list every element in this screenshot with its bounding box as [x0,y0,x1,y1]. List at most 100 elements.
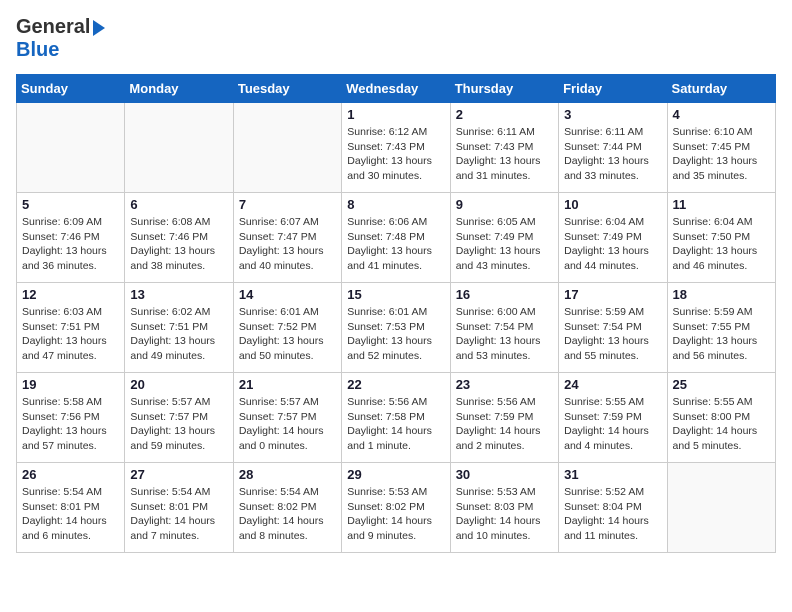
day-number: 14 [239,287,336,302]
calendar-cell: 24 Sunrise: 5:55 AM Sunset: 7:59 PM Dayli… [559,373,667,463]
calendar-cell [667,463,775,553]
logo-general-text: General [16,16,90,39]
day-number: 13 [130,287,227,302]
calendar-cell: 12 Sunrise: 6:03 AM Sunset: 7:51 PM Dayli… [17,283,125,373]
calendar-cell: 19Sunrise: 5:58 AM Sunset: 7:56 PM Dayli… [17,373,125,463]
cell-text: Sunrise: 6:09 AM Sunset: 7:46 PM Dayligh… [22,215,119,274]
cell-text: Sunrise: 6:01 AM Sunset: 7:52 PM Dayligh… [239,305,336,364]
calendar-cell: 31Sunrise: 5:52 AM Sunset: 8:04 PM Dayli… [559,463,667,553]
cell-text: Sunrise: 5:56 AM Sunset: 7:59 PM Dayligh… [456,395,553,454]
calendar: SundayMondayTuesdayWednesdayThursdayFrid… [16,74,776,553]
day-number: 18 [673,287,770,302]
cell-text: Sunrise: 6:05 AM Sunset: 7:49 PM Dayligh… [456,215,553,274]
logo: General Blue [16,16,105,62]
calendar-cell: 4Sunrise: 6:10 AM Sunset: 7:45 PM Daylig… [667,103,775,193]
logo-chevron-icon [93,20,105,36]
day-number: 19 [22,377,119,392]
day-number: 11 [673,197,770,212]
day-number: 21 [239,377,336,392]
cell-text: Sunrise: 6:00 AM Sunset: 7:54 PM Dayligh… [456,305,553,364]
day-number: 7 [239,197,336,212]
cell-text: Sunrise: 6:02 AM Sunset: 7:51 PM Dayligh… [130,305,227,364]
cell-text: Sunrise: 6:11 AM Sunset: 7:43 PM Dayligh… [456,125,553,184]
week-row-2: 5 Sunrise: 6:09 AM Sunset: 7:46 PM Daylig… [17,193,776,283]
cell-text: Sunrise: 5:57 AM Sunset: 7:57 PM Dayligh… [130,395,227,454]
cell-text: Sunrise: 6:08 AM Sunset: 7:46 PM Dayligh… [130,215,227,274]
week-row-5: 26 Sunrise: 5:54 AM Sunset: 8:01 PM Dayli… [17,463,776,553]
cell-text: Sunrise: 5:57 AM Sunset: 7:57 PM Dayligh… [239,395,336,454]
day-number: 1 [347,107,444,122]
cell-text: Sunrise: 6:04 AM Sunset: 7:49 PM Dayligh… [564,215,661,274]
calendar-cell: 3Sunrise: 6:11 AM Sunset: 7:44 PM Daylig… [559,103,667,193]
cell-text: Sunrise: 5:56 AM Sunset: 7:58 PM Dayligh… [347,395,444,454]
week-row-1: 1 Sunrise: 6:12 AM Sunset: 7:43 PM Daylig… [17,103,776,193]
cell-text: Sunrise: 5:59 AM Sunset: 7:54 PM Dayligh… [564,305,661,364]
cell-text: Sunrise: 5:55 AM Sunset: 7:59 PM Dayligh… [564,395,661,454]
cell-text: Sunrise: 5:52 AM Sunset: 8:04 PM Dayligh… [564,485,661,544]
calendar-cell: 18 Sunrise: 5:59 AM Sunset: 7:55 PM Dayli… [667,283,775,373]
calendar-cell: 8 Sunrise: 6:06 AM Sunset: 7:48 PM Daylig… [342,193,450,283]
weekday-friday: Friday [559,75,667,103]
cell-text: Sunrise: 5:54 AM Sunset: 8:02 PM Dayligh… [239,485,336,544]
day-number: 8 [347,197,444,212]
cell-text: Sunrise: 5:54 AM Sunset: 8:01 PM Dayligh… [22,485,119,544]
day-number: 4 [673,107,770,122]
day-number: 25 [673,377,770,392]
cell-text: Sunrise: 6:01 AM Sunset: 7:53 PM Dayligh… [347,305,444,364]
cell-text: Sunrise: 6:03 AM Sunset: 7:51 PM Dayligh… [22,305,119,364]
day-number: 20 [130,377,227,392]
calendar-cell: 21 Sunrise: 5:57 AM Sunset: 7:57 PM Dayli… [233,373,341,463]
day-number: 29 [347,467,444,482]
cell-text: Sunrise: 6:12 AM Sunset: 7:43 PM Dayligh… [347,125,444,184]
calendar-cell: 9 Sunrise: 6:05 AM Sunset: 7:49 PM Daylig… [450,193,558,283]
day-number: 5 [22,197,119,212]
weekday-saturday: Saturday [667,75,775,103]
cell-text: Sunrise: 5:53 AM Sunset: 8:02 PM Dayligh… [347,485,444,544]
calendar-cell: 2Sunrise: 6:11 AM Sunset: 7:43 PM Daylig… [450,103,558,193]
calendar-cell: 22Sunrise: 5:56 AM Sunset: 7:58 PM Dayli… [342,373,450,463]
cell-text: Sunrise: 5:53 AM Sunset: 8:03 PM Dayligh… [456,485,553,544]
cell-text: Sunrise: 5:54 AM Sunset: 8:01 PM Dayligh… [130,485,227,544]
day-number: 28 [239,467,336,482]
week-row-3: 12 Sunrise: 6:03 AM Sunset: 7:51 PM Dayli… [17,283,776,373]
calendar-cell: 17 Sunrise: 5:59 AM Sunset: 7:54 PM Dayli… [559,283,667,373]
cell-text: Sunrise: 5:59 AM Sunset: 7:55 PM Dayligh… [673,305,770,364]
calendar-cell: 20 Sunrise: 5:57 AM Sunset: 7:57 PM Dayli… [125,373,233,463]
calendar-cell: 7 Sunrise: 6:07 AM Sunset: 7:47 PM Daylig… [233,193,341,283]
day-number: 23 [456,377,553,392]
day-number: 26 [22,467,119,482]
day-number: 12 [22,287,119,302]
calendar-cell: 15 Sunrise: 6:01 AM Sunset: 7:53 PM Dayli… [342,283,450,373]
day-number: 17 [564,287,661,302]
calendar-cell: 10 Sunrise: 6:04 AM Sunset: 7:49 PM Dayli… [559,193,667,283]
calendar-cell: 26 Sunrise: 5:54 AM Sunset: 8:01 PM Dayli… [17,463,125,553]
calendar-cell: 23 Sunrise: 5:56 AM Sunset: 7:59 PM Dayli… [450,373,558,463]
header: General Blue [16,16,776,62]
calendar-cell: 11 Sunrise: 6:04 AM Sunset: 7:50 PM Dayli… [667,193,775,283]
day-number: 27 [130,467,227,482]
weekday-header-row: SundayMondayTuesdayWednesdayThursdayFrid… [17,75,776,103]
day-number: 16 [456,287,553,302]
calendar-cell: 13 Sunrise: 6:02 AM Sunset: 7:51 PM Dayli… [125,283,233,373]
weekday-wednesday: Wednesday [342,75,450,103]
calendar-cell [125,103,233,193]
calendar-cell: 5 Sunrise: 6:09 AM Sunset: 7:46 PM Daylig… [17,193,125,283]
cell-text: Sunrise: 5:55 AM Sunset: 8:00 PM Dayligh… [673,395,770,454]
cell-text: Sunrise: 6:04 AM Sunset: 7:50 PM Dayligh… [673,215,770,274]
day-number: 10 [564,197,661,212]
day-number: 3 [564,107,661,122]
calendar-cell: 16 Sunrise: 6:00 AM Sunset: 7:54 PM Dayli… [450,283,558,373]
calendar-cell: 14 Sunrise: 6:01 AM Sunset: 7:52 PM Dayli… [233,283,341,373]
cell-text: Sunrise: 6:06 AM Sunset: 7:48 PM Dayligh… [347,215,444,274]
logo-blue-text: Blue [16,39,59,62]
calendar-cell: 30Sunrise: 5:53 AM Sunset: 8:03 PM Dayli… [450,463,558,553]
cell-text: Sunrise: 6:07 AM Sunset: 7:47 PM Dayligh… [239,215,336,274]
day-number: 15 [347,287,444,302]
weekday-tuesday: Tuesday [233,75,341,103]
day-number: 24 [564,377,661,392]
weekday-sunday: Sunday [17,75,125,103]
week-row-4: 19Sunrise: 5:58 AM Sunset: 7:56 PM Dayli… [17,373,776,463]
calendar-cell [17,103,125,193]
calendar-cell: 1 Sunrise: 6:12 AM Sunset: 7:43 PM Daylig… [342,103,450,193]
day-number: 9 [456,197,553,212]
